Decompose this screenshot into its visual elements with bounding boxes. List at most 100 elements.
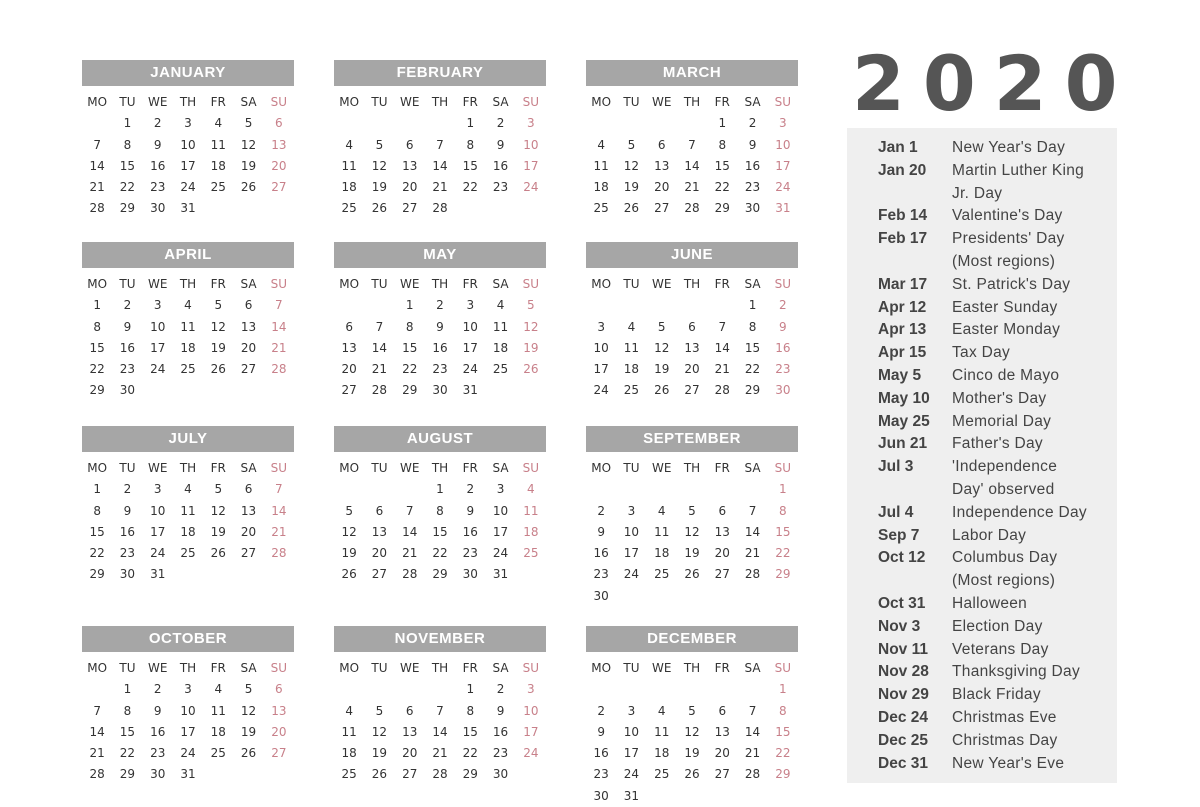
month-october: OCTOBER MO TU WE TH FR SA SU 1 2 3 4 5 6 7 8 9 10 11 12 13 14… (82, 626, 294, 786)
day-cell: 3 (597, 319, 605, 334)
empty-cell (677, 113, 707, 134)
weekday-header: TU (119, 661, 136, 675)
day-cell: 12 (240, 703, 257, 718)
holiday-name: Halloween (952, 594, 1028, 612)
day-cell: 27 (402, 767, 418, 782)
weekday-header: SA (492, 661, 509, 675)
day-cell: 19 (240, 724, 257, 739)
day-cell: 8 (779, 703, 787, 718)
day-cell: 5 (688, 703, 696, 718)
day-cell: 8 (123, 137, 132, 152)
day-cell: 9 (496, 703, 505, 718)
day-grid: MO TU WE TH FR SA SU 1 2 3 4 5 6 7 8 9 10 11 12 13 14 15 16 17 1… (586, 658, 798, 807)
day-cell: 6 (244, 298, 253, 313)
day-cell: 26 (684, 767, 700, 782)
year-title: 2020 (852, 39, 1136, 128)
day-cell: 31 (150, 567, 166, 582)
day-cell: 5 (527, 298, 535, 313)
day-cell: 30 (119, 383, 136, 398)
day-cell: 24 (180, 746, 196, 761)
day-cell: 5 (214, 298, 223, 313)
month-february: FEBRUARY MO TU WE TH FR SA SU 1 2 3 4 5 6 7 8 9 10 11 12 13 1… (334, 60, 546, 220)
weekday-header: MO (339, 661, 360, 675)
day-cell: 19 (654, 362, 670, 377)
day-cell: 24 (523, 180, 539, 195)
day-cell: 16 (492, 724, 509, 739)
day-cell: 3 (527, 682, 535, 697)
day-cell: 7 (436, 137, 444, 152)
day-cell: 20 (371, 546, 388, 561)
weekday-header: SU (522, 277, 540, 291)
day-cell: 27 (371, 567, 388, 582)
holiday-name: New Year's Day (952, 139, 1066, 156)
day-cell: 10 (462, 319, 478, 334)
weekday-header: TH (683, 95, 701, 109)
day-cell: 1 (466, 116, 475, 131)
holiday-name: New Year's Eve (952, 754, 1065, 772)
day-cell: 4 (597, 137, 605, 152)
holiday-item: Jul 3 'Independence Day' observed (847, 456, 1117, 502)
holiday-item: Mar 17 St. Patrick's Day (847, 274, 1117, 297)
day-cell: 2 (748, 116, 757, 131)
month-august: AUGUST MO TU WE TH FR SA SU 1 2 3 4 5 6 7 8 9 10 11 12 13 14 1… (334, 426, 546, 586)
day-cell: 12 (341, 524, 357, 539)
day-cell: 3 (779, 116, 787, 131)
weekday-header: TU (119, 277, 136, 291)
weekday-header: TU (623, 277, 640, 291)
day-cell: 2 (597, 703, 605, 718)
day-cell: 19 (240, 158, 257, 173)
holiday-date: May 10 (878, 389, 930, 407)
day-cell: 7 (375, 319, 384, 334)
day-cell: 24 (775, 180, 791, 195)
day-cell: 1 (779, 682, 787, 697)
day-cell: 15 (775, 724, 791, 739)
month-may: MAY MO TU WE TH FR SA SU 1 2 3 4 5 6 7 8 9 10 11 12 13 14 15 16… (334, 242, 546, 402)
day-cell: 30 (462, 567, 478, 582)
day-cell: 9 (436, 319, 444, 334)
day-cell: 18 (180, 340, 196, 355)
day-grid: MO TU WE TH FR SA SU 1 2 3 4 5 6 7 8 9 10 11 12 13 14 15 16 17 1… (82, 458, 294, 586)
day-cell: 26 (240, 746, 257, 761)
weekday-header: MO (87, 661, 108, 675)
day-cell: 27 (684, 383, 700, 398)
day-cell: 29 (775, 767, 791, 782)
day-cell: 17 (180, 724, 196, 739)
day-cell: 22 (462, 180, 478, 195)
day-cell: 16 (462, 524, 478, 539)
day-cell: 24 (150, 546, 166, 561)
weekday-header: SA (240, 461, 257, 475)
holiday-date: Nov 29 (878, 686, 929, 704)
month-title: JUNE (586, 242, 798, 268)
day-cell: 21 (271, 524, 287, 539)
day-cell: 26 (210, 546, 226, 561)
weekday-header: SU (270, 661, 288, 675)
day-cell: 10 (623, 524, 640, 539)
day-cell: 17 (150, 524, 166, 539)
weekday-header: TH (431, 661, 449, 675)
holiday-date: Sep 7 (878, 526, 920, 544)
weekday-header: WE (651, 661, 672, 675)
day-cell: 4 (657, 503, 666, 518)
day-cell: 6 (405, 137, 414, 152)
holiday-date: May 5 (878, 366, 922, 384)
holiday-item: Nov 28 Thanksgiving Day (847, 661, 1117, 684)
weekday-header: WE (651, 461, 672, 475)
day-cell: 13 (684, 340, 700, 355)
weekday-header: TU (371, 277, 388, 291)
day-cell: 13 (271, 137, 287, 152)
empty-cell (334, 679, 364, 700)
weekday-header: SA (492, 461, 509, 475)
day-cell: 3 (466, 298, 475, 313)
holiday-date: Feb 17 (878, 230, 928, 248)
day-cell: 6 (718, 703, 727, 718)
day-cell: 1 (93, 298, 101, 313)
holiday-item: Oct 31 Halloween (847, 593, 1117, 616)
day-grid: MO TU WE TH FR SA SU 1 2 3 4 5 6 7 8 9 10 11 12 13 14 15 16 17 1… (586, 92, 798, 220)
day-cell: 25 (180, 546, 196, 561)
weekday-header: TU (623, 95, 640, 109)
day-cell: 8 (93, 319, 101, 334)
day-cell: 5 (244, 116, 253, 131)
day-cell: 23 (150, 746, 166, 761)
day-cell: 24 (623, 567, 640, 582)
day-cell: 7 (93, 703, 101, 718)
